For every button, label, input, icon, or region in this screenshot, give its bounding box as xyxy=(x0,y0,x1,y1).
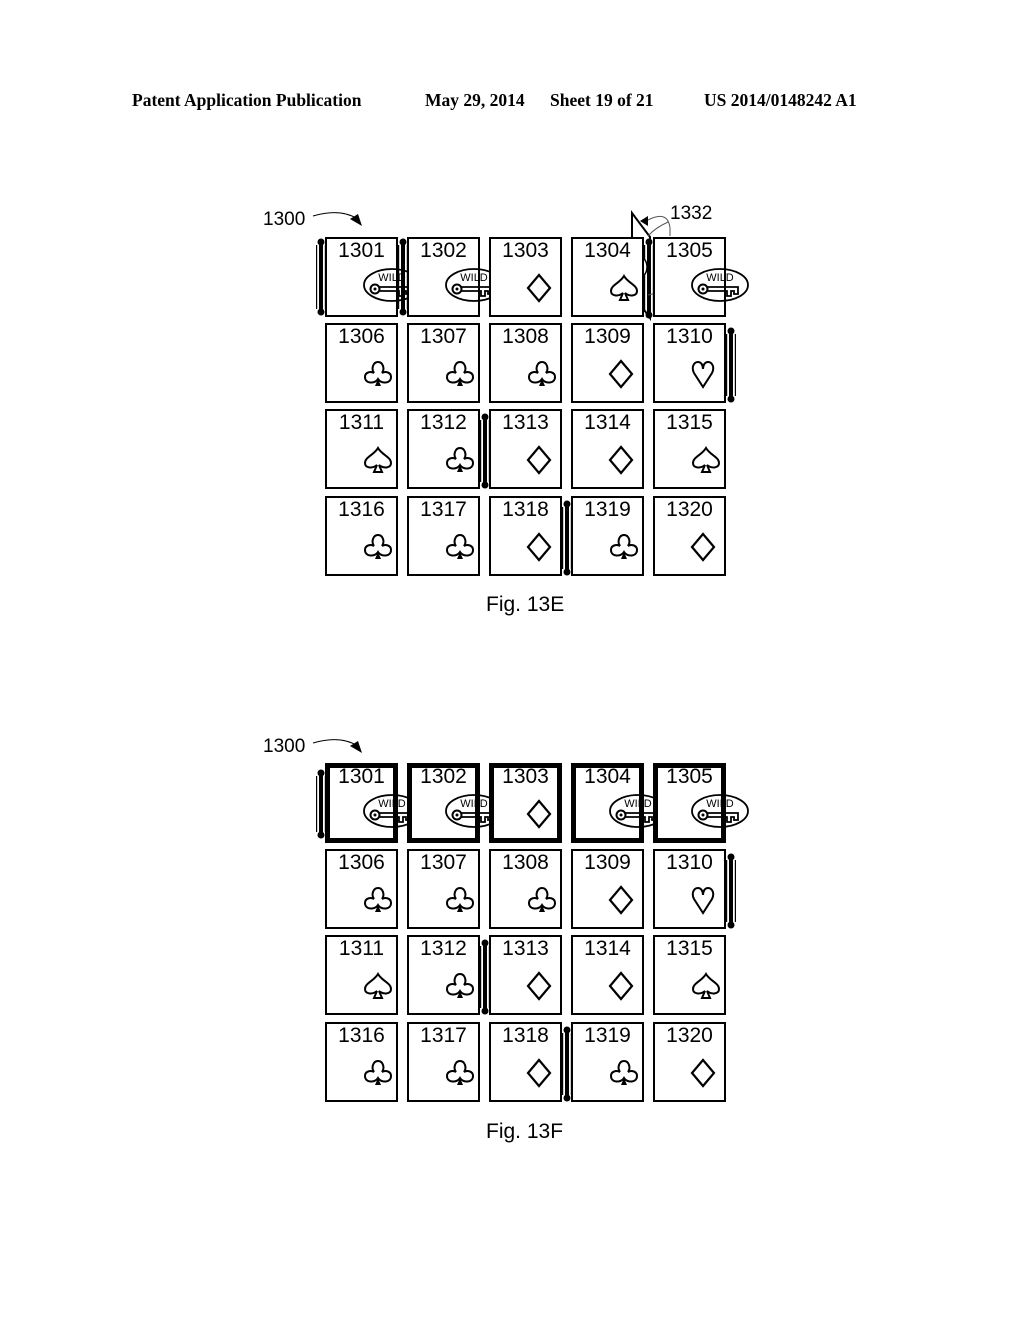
card-number: 1304 xyxy=(584,765,631,788)
card-1316: 1316 xyxy=(325,1022,398,1102)
card-1308: 1308 xyxy=(489,849,562,929)
card-1311: 1311 xyxy=(325,935,398,1015)
svg-text:WILD: WILD xyxy=(706,798,734,810)
card-number: 1316 xyxy=(338,1024,385,1047)
figure-13f: 1300 1301 WILD 1302 WILD 1303 1304 WILD 1305 WIL… xyxy=(0,0,1024,1320)
card-number: 1317 xyxy=(420,1024,467,1047)
card-number: 1315 xyxy=(666,937,713,960)
card-1305: 1305 WILD xyxy=(653,763,749,843)
card-1312: 1312 xyxy=(407,935,480,1015)
card-number: 1309 xyxy=(584,851,631,874)
card-1315: 1315 xyxy=(653,935,726,1015)
card-number: 1310 xyxy=(666,851,713,874)
card-number: 1313 xyxy=(502,937,549,960)
card-1309: 1309 xyxy=(571,849,644,929)
figure-caption: Fig. 13F xyxy=(486,1120,564,1143)
card-number: 1312 xyxy=(420,937,467,960)
card-number: 1318 xyxy=(502,1024,549,1047)
card-number: 1302 xyxy=(420,765,467,788)
reference-label-1300: 1300 xyxy=(263,736,306,757)
card-1301: 1301 WILD xyxy=(325,763,421,843)
card-1302: 1302 WILD xyxy=(407,763,503,843)
card-number: 1314 xyxy=(584,937,631,960)
svg-text:WILD: WILD xyxy=(460,798,488,810)
card-1310: 1310 xyxy=(653,849,726,929)
card-number: 1301 xyxy=(338,765,385,788)
card-1303: 1303 xyxy=(489,763,562,843)
card-1304: 1304 WILD xyxy=(571,763,667,843)
card-number: 1311 xyxy=(338,937,385,960)
card-number: 1308 xyxy=(502,851,549,874)
svg-text:WILD: WILD xyxy=(624,798,652,810)
card-1307: 1307 xyxy=(407,849,480,929)
reference-leader-line xyxy=(312,739,359,747)
svg-text:WILD: WILD xyxy=(378,798,406,810)
card-number: 1307 xyxy=(420,851,467,874)
card-1314: 1314 xyxy=(571,935,644,1015)
card-1319: 1319 xyxy=(571,1022,644,1102)
card-1320: 1320 xyxy=(653,1022,726,1102)
card-number: 1320 xyxy=(666,1024,713,1047)
card-number: 1303 xyxy=(502,765,549,788)
card-number: 1319 xyxy=(584,1024,631,1047)
card-1318: 1318 xyxy=(489,1022,562,1102)
card-number: 1306 xyxy=(338,851,385,874)
card-1317: 1317 xyxy=(407,1022,480,1102)
card-number: 1305 xyxy=(666,765,713,788)
hinge xyxy=(726,853,736,929)
card-1306: 1306 xyxy=(325,849,398,929)
card-1313: 1313 xyxy=(489,935,562,1015)
